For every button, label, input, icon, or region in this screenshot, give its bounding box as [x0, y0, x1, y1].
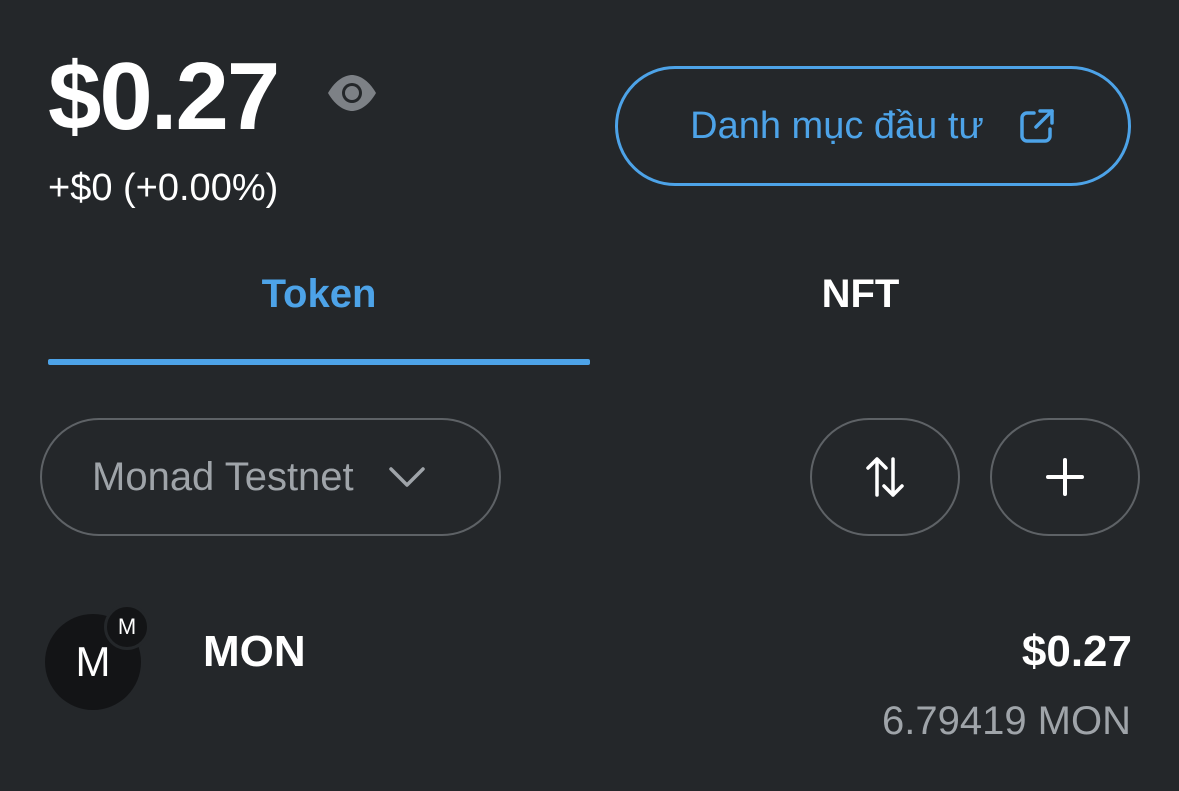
portfolio-button-label: Danh mục đầu tư: [690, 104, 984, 147]
tab-token[interactable]: Token: [48, 262, 590, 326]
external-link-icon: [1020, 109, 1054, 143]
plus-icon: [1046, 458, 1084, 496]
add-token-button[interactable]: [990, 418, 1140, 536]
sort-arrows-icon: [866, 457, 904, 497]
portfolio-button[interactable]: Danh mục đầu tư: [615, 66, 1131, 186]
total-balance: $0.27: [48, 43, 280, 150]
token-avatar-letter: M: [75, 638, 111, 685]
token-row-mon[interactable]: M M MON $0.27 6.79419 MON: [0, 596, 1179, 746]
token-symbol: MON: [203, 627, 306, 676]
token-amount: 6.79419 MON: [881, 699, 1131, 743]
network-selector-label: Monad Testnet: [92, 454, 354, 499]
network-badge: M: [104, 604, 150, 650]
sort-button[interactable]: [810, 418, 960, 536]
wallet-home: $0.27 +$0 (+0.00%) Danh mục đầu tư Token…: [0, 0, 1179, 791]
network-badge-letter: M: [117, 614, 137, 639]
token-fiat-value: $0.27: [1021, 627, 1132, 676]
tab-nft[interactable]: NFT: [590, 262, 1131, 326]
balance-change: +$0 (+0.00%): [48, 167, 279, 209]
eye-icon[interactable]: [326, 70, 378, 116]
active-tab-indicator: [48, 359, 590, 365]
chevron-down-icon: [388, 467, 425, 487]
network-selector[interactable]: Monad Testnet: [40, 418, 501, 536]
eye-icon-graphic: [328, 75, 376, 111]
